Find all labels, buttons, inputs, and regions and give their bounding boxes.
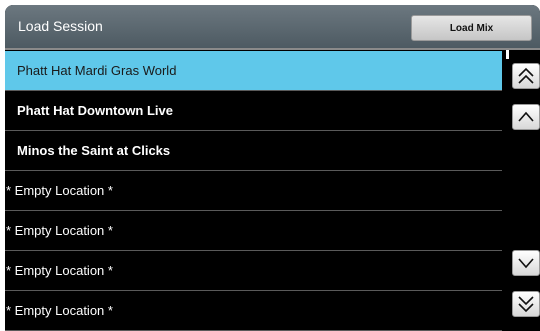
list-item-label: Phatt Hat Downtown Live (17, 103, 173, 118)
session-list: Phatt Hat Mardi Gras World Phatt Hat Dow… (5, 51, 502, 331)
list-item[interactable]: Phatt Hat Mardi Gras World (5, 51, 502, 91)
double-chevron-down-icon (518, 296, 534, 313)
dialog-title: Load Session (18, 18, 103, 34)
list-item-label: * Empty Location * (6, 223, 113, 238)
chevron-down-icon (518, 258, 534, 269)
double-chevron-up-icon (518, 67, 534, 84)
scroll-bottom-button[interactable] (512, 291, 540, 317)
title-bar: Load Session Load Mix (5, 5, 540, 48)
load-mix-button[interactable]: Load Mix (411, 15, 532, 41)
list-item[interactable]: * Empty Location * (5, 291, 502, 331)
divider (5, 48, 540, 50)
list-item-label: Minos the Saint at Clicks (17, 143, 171, 158)
scroll-up-button[interactable] (512, 104, 540, 130)
list-item[interactable]: Phatt Hat Downtown Live (5, 91, 502, 131)
load-session-dialog: Load Session Load Mix Phatt Hat Mardi Gr… (5, 5, 540, 331)
list-item[interactable]: * Empty Location * (5, 171, 502, 211)
scroll-top-button[interactable] (512, 63, 540, 89)
list-item[interactable]: * Empty Location * (5, 211, 502, 251)
list-item-label: * Empty Location * (6, 303, 113, 318)
list-item-label: * Empty Location * (6, 263, 113, 278)
list-item[interactable]: * Empty Location * (5, 251, 502, 291)
scroll-down-button[interactable] (512, 250, 540, 276)
list-item-label: Phatt Hat Mardi Gras World (17, 63, 177, 78)
scroll-position-marker (506, 50, 509, 59)
chevron-up-icon (518, 111, 534, 122)
list-item[interactable]: Minos the Saint at Clicks (5, 131, 502, 171)
list-item-label: * Empty Location * (6, 183, 113, 198)
